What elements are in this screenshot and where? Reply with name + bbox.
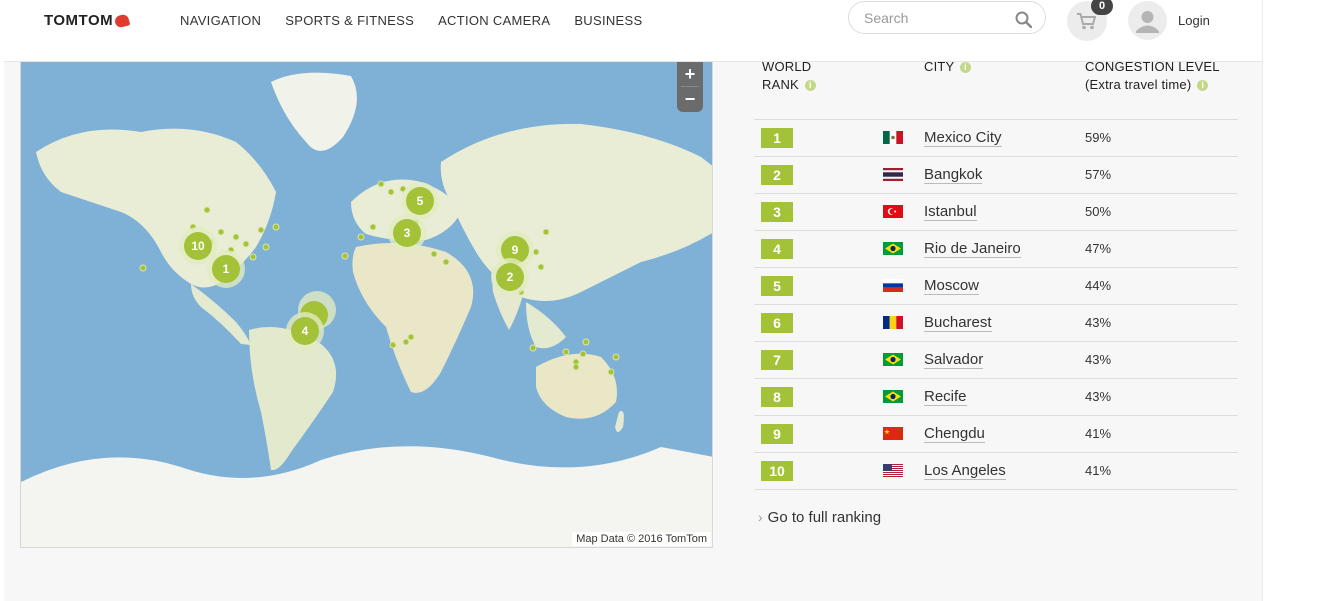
city-link[interactable]: Istanbul	[924, 203, 977, 221]
table-body: 1 Mexico City 59% 2 Bangkok 57% 3 Istanbul 50% 4 R…	[754, 120, 1238, 490]
info-icon[interactable]: i	[1197, 80, 1209, 92]
search-box	[848, 1, 1046, 34]
tomtom-logo[interactable]: TOMTOM	[44, 12, 131, 29]
congestion-level: 44%	[1085, 278, 1112, 293]
col-world-rank: WORLD RANK i	[762, 58, 842, 94]
table-row: 5 Moscow 44%	[754, 268, 1238, 305]
congestion-level: 47%	[1085, 241, 1112, 256]
usa-flag-icon	[883, 464, 903, 477]
congestion-level: 57%	[1085, 167, 1112, 182]
table-row: 4 Rio de Janeiro 47%	[754, 231, 1238, 268]
brazil-flag-icon	[883, 390, 903, 403]
rank-badge: 6	[761, 313, 793, 333]
zoom-control: + −	[677, 62, 703, 112]
rank-badge: 5	[761, 276, 793, 296]
congestion-level: 59%	[1085, 130, 1112, 145]
info-icon[interactable]: i	[960, 62, 971, 74]
map-attribution: Map Data © 2016 TomTom	[572, 532, 711, 546]
congestion-level: 50%	[1085, 204, 1112, 219]
china-flag-icon	[883, 427, 903, 440]
nav-navigation[interactable]: NAVIGATION	[180, 13, 261, 28]
table-row: 9 Chengdu 41%	[754, 416, 1238, 453]
main-nav: NAVIGATION SPORTS & FITNESS ACTION CAMER…	[180, 13, 666, 28]
city-link[interactable]: Los Angeles	[924, 462, 1006, 480]
logo-text: TOMTOM	[44, 12, 114, 29]
cart-count-badge: 0	[1091, 0, 1113, 15]
city-link[interactable]: Salvador	[924, 351, 984, 369]
user-avatar[interactable]	[1128, 1, 1167, 40]
rank-badge: 1	[761, 128, 793, 148]
congestion-level: 43%	[1085, 315, 1112, 330]
zoom-out-button[interactable]: −	[677, 87, 703, 111]
rank-badge: 3	[761, 202, 793, 222]
congestion-level: 43%	[1085, 352, 1112, 367]
cart-icon	[1077, 13, 1097, 30]
congestion-level: 41%	[1085, 426, 1112, 441]
cluster-label-2: 2	[507, 270, 514, 284]
search-icon[interactable]	[1015, 11, 1033, 33]
rank-badge: 9	[761, 424, 793, 444]
mexico-flag-icon	[883, 131, 903, 144]
full-ranking-link[interactable]: › Go to full ranking	[758, 509, 881, 526]
rank-badge: 10	[761, 461, 793, 481]
rank-badge: 4	[761, 239, 793, 259]
world-map-svg: 5 3 10 1 9 2 4	[21, 62, 712, 547]
congestion-level: 43%	[1085, 389, 1112, 404]
nav-business[interactable]: BUSINESS	[574, 13, 642, 28]
table-row: 1 Mexico City 59%	[754, 120, 1238, 157]
cart-button[interactable]: 0	[1067, 0, 1113, 41]
table-row: 3 Istanbul 50%	[754, 194, 1238, 231]
city-link[interactable]: Recife	[924, 388, 967, 406]
congestion-world-map[interactable]: 5 3 10 1 9 2 4 + − Map Data © 2016 TomTo…	[20, 61, 713, 548]
info-icon[interactable]: i	[804, 80, 816, 92]
table-row: 10 Los Angeles 41%	[754, 453, 1238, 490]
rank-badge: 2	[761, 165, 793, 185]
congestion-level: 41%	[1085, 463, 1112, 478]
col-world-rank-label: WORLD RANK	[762, 59, 812, 92]
chevron-right-icon: ›	[758, 509, 763, 525]
brazil-flag-icon	[883, 353, 903, 366]
rank-badge: 8	[761, 387, 793, 407]
city-link[interactable]: Chengdu	[924, 425, 985, 443]
cluster-label-4: 4	[302, 324, 309, 338]
cluster-label-10: 10	[191, 239, 205, 253]
thailand-flag-icon	[883, 168, 903, 181]
cluster-label-5: 5	[417, 194, 424, 208]
table-row: 2 Bangkok 57%	[754, 157, 1238, 194]
brazil-flag-icon	[883, 242, 903, 255]
romania-flag-icon	[883, 316, 903, 329]
city-link[interactable]: Moscow	[924, 277, 980, 295]
city-link[interactable]: Bangkok	[924, 166, 983, 184]
turkey-flag-icon	[883, 205, 903, 218]
table-row: 6 Bucharest 43%	[754, 305, 1238, 342]
logo-hands-icon	[113, 12, 131, 29]
page-margin	[1262, 0, 1327, 601]
table-row: 7 Salvador 43%	[754, 342, 1238, 379]
nav-sports-fitness[interactable]: SPORTS & FITNESS	[285, 13, 414, 28]
user-icon	[1136, 11, 1159, 33]
city-link[interactable]: Mexico City	[924, 129, 1002, 147]
login-link[interactable]: Login	[1178, 13, 1210, 28]
search-input[interactable]	[862, 9, 1016, 27]
city-link[interactable]: Bucharest	[924, 314, 992, 332]
russia-flag-icon	[883, 279, 903, 292]
city-link[interactable]: Rio de Janeiro	[924, 240, 1021, 258]
rank-badge: 7	[761, 350, 793, 370]
full-ranking-label: Go to full ranking	[767, 509, 882, 526]
nav-action-camera[interactable]: ACTION CAMERA	[438, 13, 550, 28]
cluster-label-9: 9	[512, 243, 519, 257]
cluster-label-3: 3	[404, 226, 411, 240]
col-congestion-level: CONGESTION LEVEL (Extra travel time) i	[1085, 58, 1230, 94]
zoom-in-button[interactable]: +	[677, 62, 703, 86]
congestion-ranking-table: WORLD RANK i CITY i CONGESTION LEVEL (Ex…	[754, 55, 1238, 490]
table-header: WORLD RANK i CITY i CONGESTION LEVEL (Ex…	[754, 55, 1238, 120]
cluster-label-1: 1	[223, 262, 230, 276]
site-header: TOMTOM NAVIGATION SPORTS & FITNESS ACTIO…	[4, 0, 1262, 62]
table-row: 8 Recife 43%	[754, 379, 1238, 416]
